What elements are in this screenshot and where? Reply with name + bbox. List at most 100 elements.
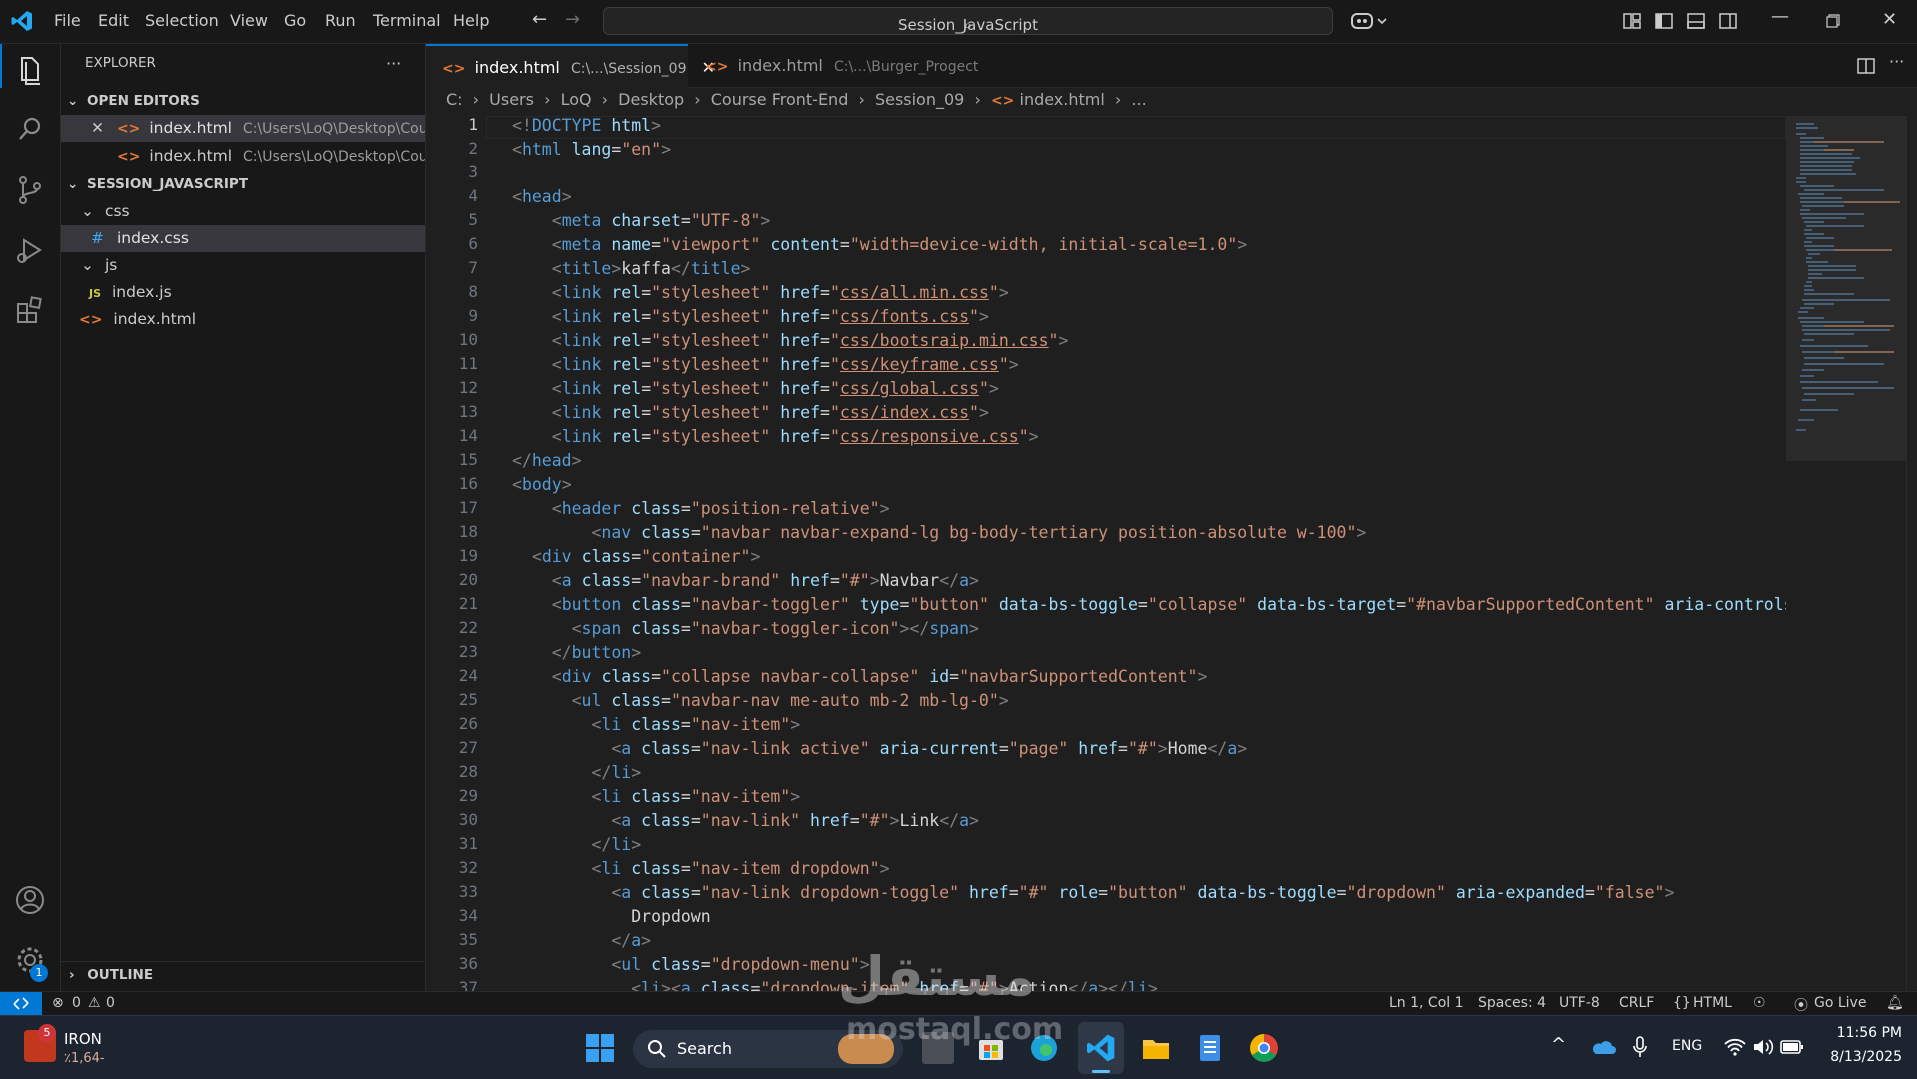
line-number: 15 xyxy=(458,450,478,469)
tree-file-index-html[interactable]: <> index.html xyxy=(61,306,425,333)
error-icon[interactable]: ⊗ xyxy=(52,995,64,1011)
accounts-icon[interactable] xyxy=(12,882,48,918)
wifi-icon[interactable] xyxy=(1724,1038,1746,1056)
breadcrumb-item[interactable]: Desktop xyxy=(618,90,684,109)
line-number: 34 xyxy=(458,906,478,925)
menu-help[interactable]: Help xyxy=(453,11,489,30)
tree-folder-js[interactable]: ⌄ js xyxy=(61,252,425,279)
open-editor-name: index.html xyxy=(149,119,232,137)
input-language[interactable]: ENG xyxy=(1672,1038,1702,1054)
tab-index-html-burger[interactable]: <> index.html C:\...\Burger_Progect xyxy=(689,44,978,87)
chevron-down-icon: ⌄ xyxy=(81,202,94,220)
tree-file-index-js[interactable]: JS index.js xyxy=(61,279,425,306)
css-file-icon: # xyxy=(91,229,104,247)
line-number: 7 xyxy=(468,258,478,277)
volume-icon[interactable] xyxy=(1752,1038,1774,1056)
error-count[interactable]: 0 xyxy=(72,995,81,1011)
code-editor[interactable]: 1 2 3 4 5 6 7 8 9 10 11 12 13 14 15 16 17 18 19 20 21 22 23 24 2… xyxy=(426,116,1786,991)
braces-icon: {} xyxy=(1673,995,1691,1011)
encoding[interactable]: UTF-8 xyxy=(1559,995,1600,1011)
show-hidden-icons[interactable]: ^ xyxy=(1551,1034,1566,1055)
remote-indicator[interactable] xyxy=(0,992,42,1015)
line-number: 4 xyxy=(468,186,478,205)
notifications-bell-icon[interactable]: 🔔︎ xyxy=(1886,995,1904,1011)
chrome-browser-icon[interactable] xyxy=(1248,1032,1280,1064)
copilot-status-icon[interactable]: ☉ xyxy=(1753,995,1766,1011)
restore-icon[interactable] xyxy=(1826,14,1840,28)
back-arrow-icon[interactable]: ← xyxy=(532,9,547,30)
breadcrumb-item[interactable]: Users xyxy=(489,90,534,109)
menu-terminal[interactable]: Terminal xyxy=(373,11,441,30)
chevron-right-icon: › xyxy=(472,90,480,109)
code-line: <meta name="viewport" content="width=dev… xyxy=(551,235,1248,254)
line-number: 10 xyxy=(458,330,478,349)
weather-title[interactable]: IRON xyxy=(64,1030,102,1048)
open-editor-item[interactable]: ✕ <> index.html C:\Users\LoQ\Desktop\Cou… xyxy=(61,115,425,142)
microphone-icon[interactable] xyxy=(1632,1036,1648,1058)
code-line: <link rel="stylesheet" href="css/all.min… xyxy=(551,283,1009,302)
breadcrumb-item[interactable]: LoQ xyxy=(561,90,592,109)
breadcrumb-item[interactable]: ... xyxy=(1131,90,1146,109)
breadcrumb-item[interactable]: index.html xyxy=(1020,90,1105,109)
open-editors-section[interactable]: ⌄ OPEN EDITORS xyxy=(61,88,425,115)
cursor-position[interactable]: Ln 1, Col 1 xyxy=(1389,995,1464,1011)
explorer-icon[interactable] xyxy=(12,52,48,88)
forward-arrow-icon[interactable]: → xyxy=(565,9,580,30)
outline-section[interactable]: › OUTLINE xyxy=(61,962,425,989)
run-debug-icon[interactable] xyxy=(12,232,48,268)
menu-selection[interactable]: Selection xyxy=(145,11,219,30)
extensions-icon[interactable] xyxy=(12,292,48,328)
clock-time[interactable]: 11:56 PM xyxy=(1832,1025,1902,1041)
toggle-sidebar-icon[interactable] xyxy=(1655,12,1673,30)
menu-view[interactable]: View xyxy=(230,11,268,30)
split-editor-icon[interactable] xyxy=(1857,57,1875,75)
menu-go[interactable]: Go xyxy=(284,11,306,30)
language-mode[interactable]: HTML xyxy=(1693,995,1732,1011)
more-actions-icon[interactable]: ··· xyxy=(1889,52,1904,71)
toggle-panel-icon[interactable] xyxy=(1687,12,1705,30)
tree-folder-css[interactable]: ⌄ css xyxy=(61,198,425,225)
code-line: <li class="nav-item dropdown"> xyxy=(591,859,890,878)
go-live-button[interactable]: Go Live xyxy=(1814,995,1866,1011)
minimize-icon[interactable]: — xyxy=(1771,6,1789,27)
menu-file[interactable]: File xyxy=(54,11,81,30)
breadcrumb-item[interactable]: Session_09 xyxy=(875,90,964,109)
minimap[interactable] xyxy=(1786,116,1906,991)
line-ending[interactable]: CRLF xyxy=(1619,995,1654,1011)
code-line: </li> xyxy=(591,763,642,782)
copilot-icon[interactable] xyxy=(1350,11,1388,31)
windows-start-icon[interactable] xyxy=(584,1032,616,1064)
breadcrumb-item[interactable]: Course Front-End xyxy=(711,90,849,109)
close-window-icon[interactable]: ✕ xyxy=(1882,9,1897,30)
indentation[interactable]: Spaces: 4 xyxy=(1478,995,1546,1011)
code-line: Dropdown xyxy=(512,907,711,926)
tab-index-html-session[interactable]: <> index.html C:\...\Session_09 ✕ xyxy=(426,44,715,89)
breadcrumb-item[interactable]: C: xyxy=(446,90,463,109)
remote-icon xyxy=(13,997,29,1010)
customize-layout-icon[interactable] xyxy=(1623,12,1641,30)
warning-icon[interactable]: ⚠ xyxy=(88,995,101,1011)
clock-date[interactable]: 8/13/2025 xyxy=(1827,1049,1902,1065)
menu-edit[interactable]: Edit xyxy=(98,11,129,30)
more-actions-icon[interactable]: ··· xyxy=(386,54,401,73)
code-line: <button class="navbar-toggler" type="but… xyxy=(551,595,1786,614)
line-number: 29 xyxy=(458,786,478,805)
search-icon[interactable] xyxy=(12,112,48,148)
notepad-icon[interactable] xyxy=(1194,1032,1226,1064)
folder-section[interactable]: ⌄ SESSION_JAVASCRIPT xyxy=(61,171,425,198)
warning-count[interactable]: 0 xyxy=(106,995,115,1011)
file-explorer-icon[interactable] xyxy=(1140,1032,1172,1064)
vscode-taskbar-active[interactable] xyxy=(1078,1022,1124,1074)
editor-tabs: <> index.html C:\...\Session_09 ✕ <> ind… xyxy=(426,44,1917,89)
onedrive-icon[interactable] xyxy=(1590,1038,1616,1056)
line-number: 9 xyxy=(468,306,478,325)
menu-run[interactable]: Run xyxy=(325,11,356,30)
command-center-search[interactable]: ⌕ Session_JavaScript xyxy=(603,7,1333,35)
battery-icon[interactable] xyxy=(1780,1038,1804,1056)
vertical-scrollbar[interactable] xyxy=(1906,116,1917,991)
toggle-secondary-sidebar-icon[interactable] xyxy=(1719,12,1737,30)
tree-file-index-css[interactable]: # index.css xyxy=(61,225,425,252)
close-editor-icon[interactable]: ✕ xyxy=(91,119,104,137)
source-control-icon[interactable] xyxy=(12,172,48,208)
open-editor-item[interactable]: <> index.html C:\Users\LoQ\Desktop\Cours… xyxy=(61,143,425,170)
